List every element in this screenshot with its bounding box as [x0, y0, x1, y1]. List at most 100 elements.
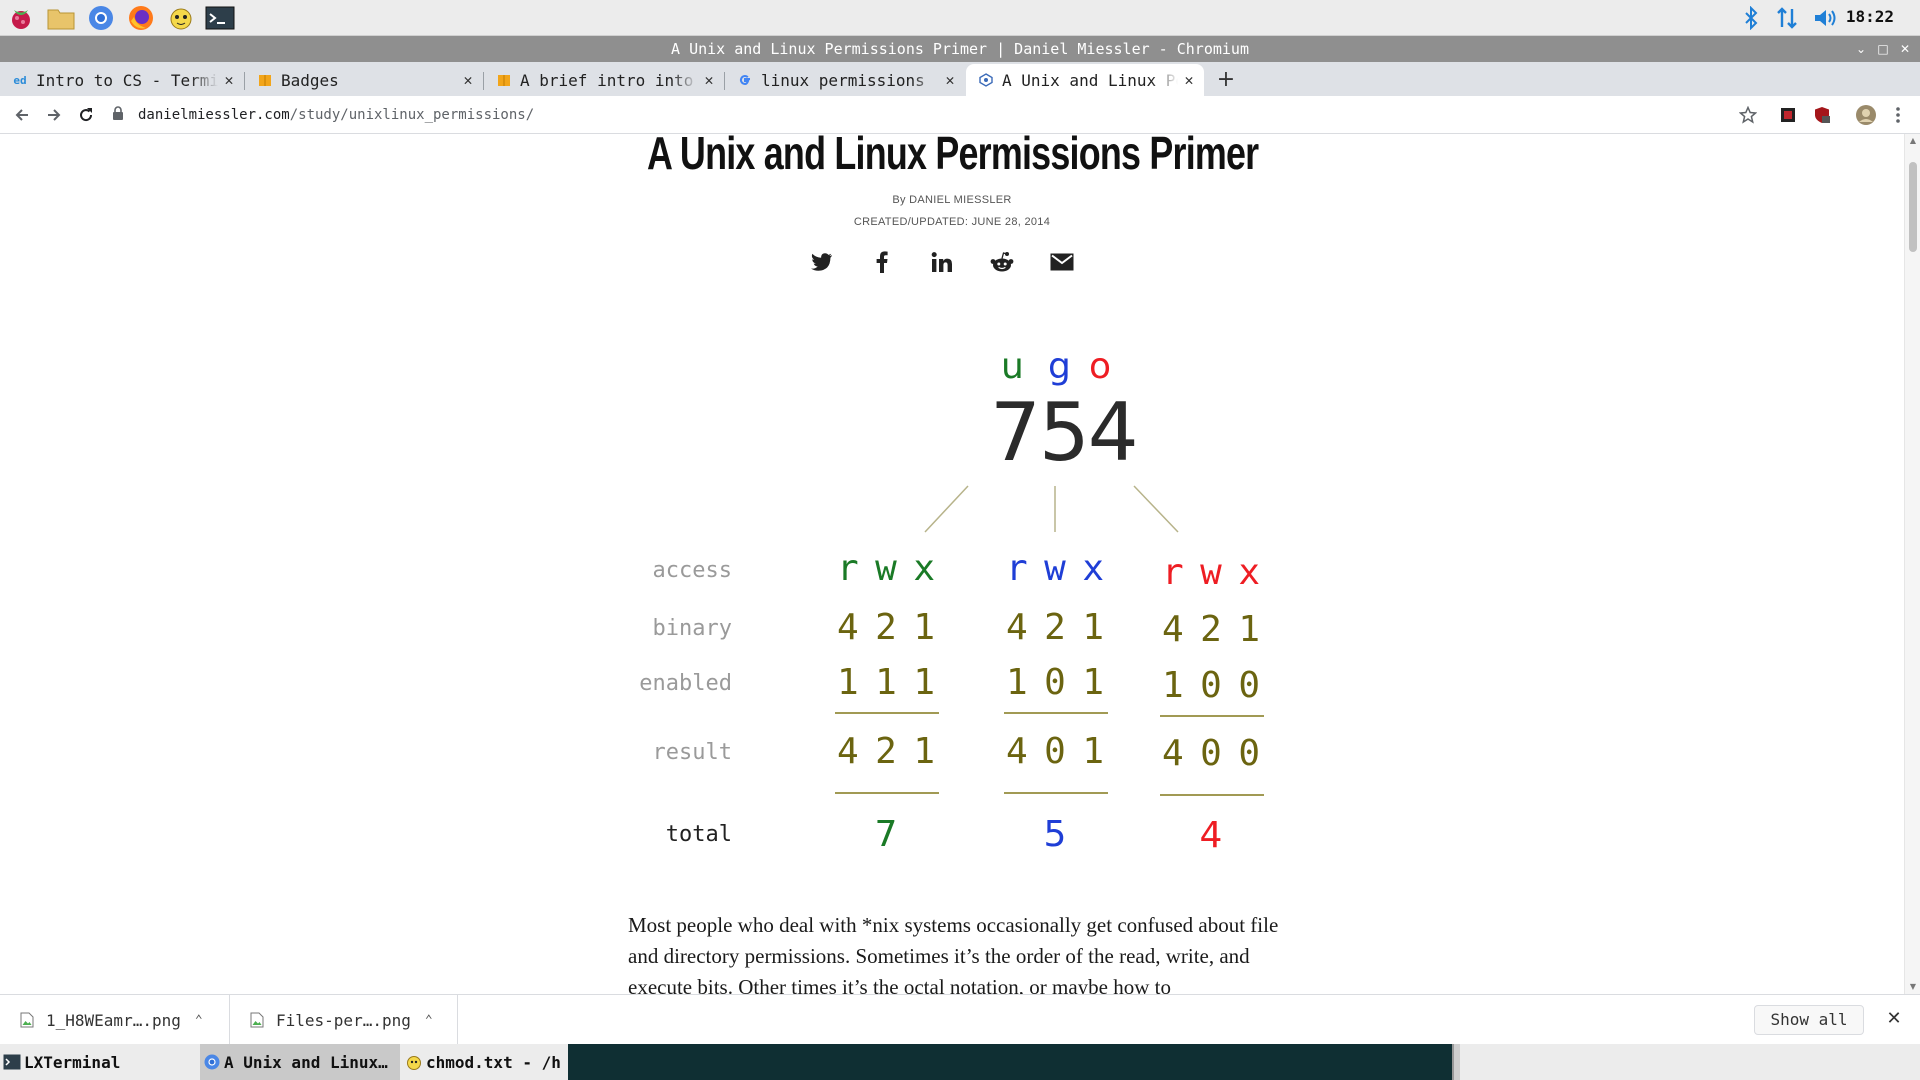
- maximize-icon[interactable]: □: [1872, 36, 1894, 62]
- facebook-icon[interactable]: [866, 246, 898, 278]
- minimize-icon[interactable]: ⌄: [1850, 36, 1872, 62]
- chevron-up-icon[interactable]: ⌃: [195, 1013, 203, 1028]
- window-title-bar[interactable]: A Unix and Linux Permissions Primer | Da…: [0, 36, 1920, 62]
- total-user: 7: [874, 814, 898, 855]
- ugo-group-letter: g: [1048, 346, 1071, 387]
- author-link[interactable]: DANIEL MIESSLER: [909, 194, 1012, 206]
- forward-icon[interactable]: [40, 101, 68, 129]
- label-enabled: enabled: [639, 671, 732, 696]
- linkedin-icon[interactable]: [926, 246, 958, 278]
- binary-digits-user: 421: [831, 607, 941, 648]
- task-chromium[interactable]: A Unix and Linux…: [200, 1044, 400, 1080]
- close-window-icon[interactable]: ✕: [1894, 36, 1916, 62]
- bookmark-star-icon[interactable]: [1734, 101, 1762, 129]
- result-digit: 1: [1082, 731, 1104, 772]
- result-digit: 0: [1044, 731, 1066, 772]
- raspberry-icon[interactable]: [6, 4, 36, 32]
- file-manager-icon[interactable]: [46, 4, 76, 32]
- chromium-icon[interactable]: [86, 4, 116, 32]
- binary-digit: 2: [875, 607, 897, 648]
- result-digit: 4: [837, 731, 859, 772]
- divider-line: [1160, 715, 1264, 717]
- total-group: 5: [1043, 814, 1067, 855]
- email-icon[interactable]: [1046, 246, 1078, 278]
- tab-close-icon[interactable]: ✕: [698, 71, 720, 89]
- clock[interactable]: 18:22: [1846, 7, 1894, 26]
- window-title: A Unix and Linux Permissions Primer | Da…: [671, 40, 1249, 58]
- extension-red-icon[interactable]: [1774, 101, 1802, 129]
- access-letter: x: [1082, 548, 1104, 589]
- result-digit: 2: [875, 731, 897, 772]
- tab-close-icon[interactable]: ✕: [218, 71, 240, 89]
- close-icon[interactable]: ✕: [1882, 1007, 1906, 1031]
- back-icon[interactable]: [8, 101, 36, 129]
- reddit-icon[interactable]: [986, 246, 1018, 278]
- tab-intro-to-cs[interactable]: ed Intro to CS - Terminal ✕: [0, 64, 244, 96]
- url-path: /study/unixlinux_permissions/: [289, 107, 535, 123]
- volume-icon[interactable]: [1812, 6, 1840, 30]
- lxde-mascot-icon: [405, 1053, 423, 1071]
- page-viewport[interactable]: A Unix and Linux Permissions Primer By D…: [0, 134, 1904, 994]
- tab-label: Badges: [281, 70, 339, 90]
- enabled-digits-group: 101: [1000, 662, 1110, 703]
- download-shelf: 1_H8WEamr….png ⌃ Files-per….png ⌃ Show a…: [0, 994, 1920, 1045]
- address-bar[interactable]: danielmiessler.com/study/unixlinux_permi…: [112, 101, 1772, 129]
- network-arrows-icon[interactable]: [1774, 6, 1800, 30]
- chevron-up-icon[interactable]: ⌃: [425, 1013, 433, 1028]
- label-access: access: [652, 558, 732, 583]
- label-total: total: [665, 822, 732, 847]
- download-item[interactable]: Files-per….png ⌃: [230, 995, 458, 1045]
- tab-close-icon[interactable]: ✕: [939, 71, 961, 89]
- label-binary: binary: [652, 616, 732, 641]
- system-panel: 18:22: [0, 0, 1920, 36]
- tab-badges[interactable]: Badges ✕: [245, 64, 483, 96]
- ublock-shield-icon[interactable]: [1808, 101, 1836, 129]
- tab-close-icon[interactable]: ✕: [457, 71, 479, 89]
- tab-close-icon[interactable]: ✕: [1178, 71, 1200, 89]
- access-letter: w: [1200, 552, 1222, 593]
- browser-toolbar: danielmiessler.com/study/unixlinux_permi…: [0, 96, 1920, 134]
- enabled-digit: 0: [1044, 662, 1066, 703]
- taskbar: LXTerminal A Unix and Linux… chmod.txt -…: [0, 1044, 1920, 1080]
- binary-digit: 1: [1238, 609, 1260, 650]
- tab-unix-permissions-primer[interactable]: A Unix and Linux Permissions Primer ✕: [966, 64, 1204, 96]
- share-row: [806, 246, 1076, 278]
- access-letter: r: [1006, 548, 1028, 589]
- bluetooth-icon[interactable]: [1740, 6, 1762, 30]
- page-scrollbar[interactable]: ▲ ▼: [1904, 134, 1920, 994]
- scroll-up-icon[interactable]: ▲: [1905, 134, 1920, 148]
- firefox-icon[interactable]: [126, 4, 156, 32]
- image-file-icon: [250, 1012, 264, 1028]
- reload-icon[interactable]: [72, 101, 100, 129]
- google-icon: [737, 72, 753, 88]
- menu-kebab-icon[interactable]: [1884, 101, 1912, 129]
- new-tab-button[interactable]: +: [1212, 66, 1240, 94]
- access-letter: x: [1238, 552, 1260, 593]
- binary-digit: 4: [837, 607, 859, 648]
- scroll-thumb[interactable]: [1909, 162, 1917, 252]
- tab-label: A brief intro into: [520, 70, 694, 90]
- url-host: danielmiessler.com: [138, 107, 290, 123]
- download-item[interactable]: 1_H8WEamr….png ⌃: [0, 995, 230, 1045]
- chromium-icon: [203, 1053, 221, 1071]
- ed-favicon-icon: ed: [13, 73, 27, 87]
- terminal-preview-area: [568, 1044, 1452, 1080]
- branch-lines: [924, 485, 1179, 533]
- lock-icon[interactable]: [112, 106, 126, 124]
- result-digit: 4: [1006, 731, 1028, 772]
- lxde-mascot-icon[interactable]: [166, 4, 196, 32]
- tab-label: Intro to CS - Terminal: [36, 70, 218, 90]
- binary-digit: 2: [1200, 609, 1222, 650]
- scroll-down-icon[interactable]: ▼: [1905, 980, 1920, 994]
- terminal-icon[interactable]: [204, 4, 236, 32]
- tab-brief-intro[interactable]: A brief intro into ✕: [484, 64, 724, 96]
- enabled-digit: 1: [1162, 665, 1184, 706]
- task-chmod-txt[interactable]: chmod.txt - /h: [402, 1044, 568, 1080]
- profile-avatar-icon[interactable]: [1852, 101, 1880, 129]
- enabled-digit: 0: [1200, 665, 1222, 706]
- twitter-icon[interactable]: [806, 246, 838, 278]
- task-lxterminal[interactable]: LXTerminal: [0, 1044, 200, 1080]
- show-all-button[interactable]: Show all: [1754, 1005, 1864, 1035]
- enabled-digit: 1: [1082, 662, 1104, 703]
- tab-google-search[interactable]: linux permissions ✕: [725, 64, 965, 96]
